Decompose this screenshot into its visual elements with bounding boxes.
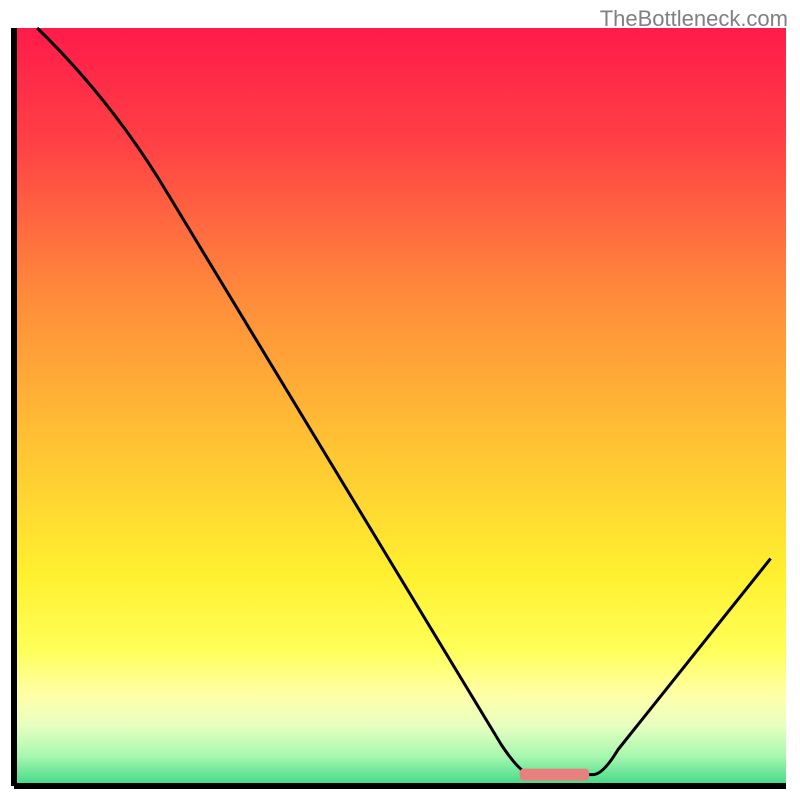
watermark-text: TheBottleneck.com: [600, 6, 788, 32]
bottleneck-chart: [0, 0, 800, 800]
optimal-marker: [520, 769, 589, 781]
plot-background: [14, 28, 786, 786]
chart-container: TheBottleneck.com: [0, 0, 800, 800]
